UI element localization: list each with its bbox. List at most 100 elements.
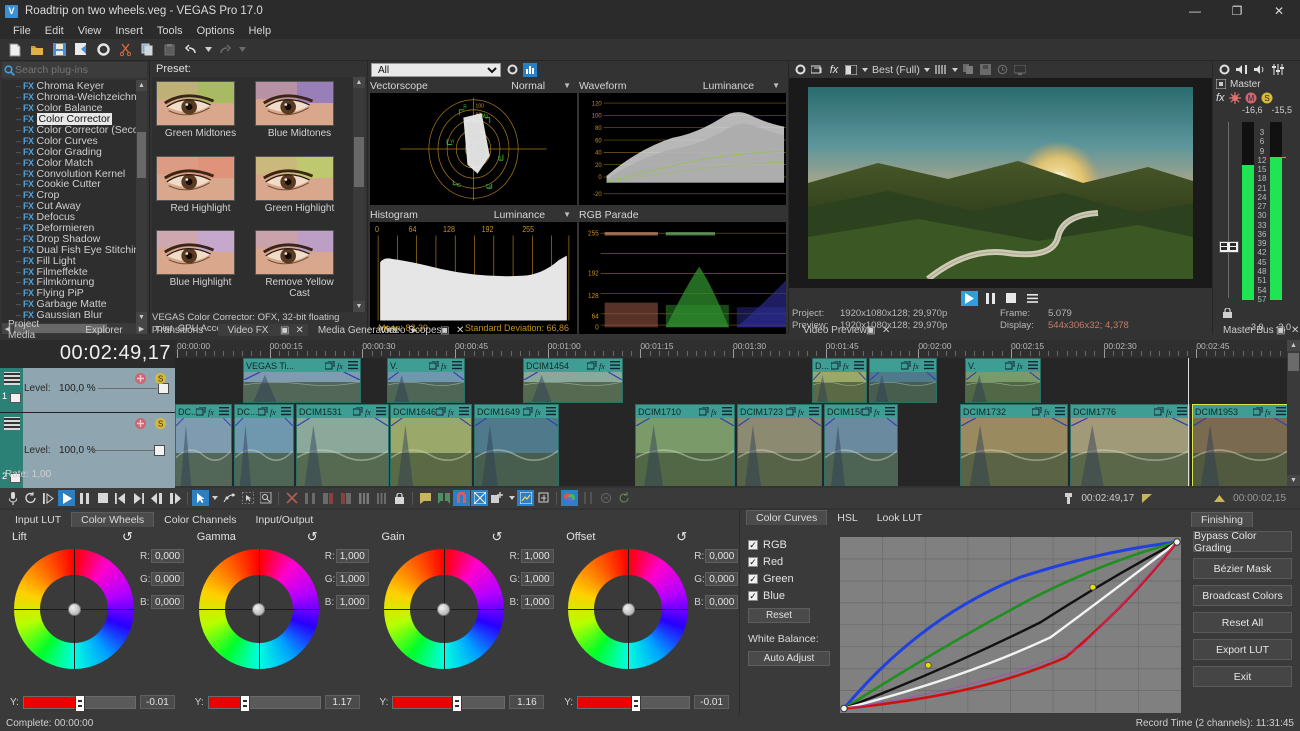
mute-circle-icon[interactable]: M [1245, 92, 1257, 104]
preset-thumbnail[interactable] [255, 156, 334, 201]
preset-scroll-down-icon[interactable]: ▼ [353, 301, 365, 312]
histogram-mode[interactable]: Luminance [494, 209, 545, 221]
normal-edit-tool[interactable] [192, 490, 209, 506]
wheel-y-slider[interactable] [23, 696, 136, 709]
plugin-list-item[interactable]: –FXDual Fish Eye Stitching [2, 244, 136, 255]
color-wheel-knob[interactable] [252, 603, 265, 616]
automation-icon[interactable] [1229, 92, 1241, 104]
fx-icon[interactable]: fx [1216, 92, 1225, 104]
insert-button[interactable] [489, 490, 506, 506]
timeline-clip[interactable]: fx [869, 358, 937, 403]
wheel-y-knob[interactable] [75, 695, 85, 712]
track-row-2[interactable]: DC...fxDC...fx DCIM1531fxDCIM1646fx DCIM16… [175, 404, 1287, 486]
track-level-slider-2[interactable] [90, 450, 157, 451]
menu-item-options[interactable]: Options [190, 24, 242, 38]
auto-adjust-button[interactable]: Auto Adjust [748, 651, 830, 666]
wheel-y-slider[interactable] [208, 696, 321, 709]
wheel-reset-icon[interactable]: ↺ [492, 529, 503, 545]
auto-ripple-button[interactable] [283, 490, 300, 506]
plugin-list-item[interactable]: –FXDeformieren [2, 223, 136, 234]
clip-header[interactable]: D...fx [813, 359, 866, 372]
track-level-slider-1[interactable] [98, 388, 157, 389]
open-project-icon[interactable] [27, 41, 47, 59]
master-fader-handle[interactable] [1219, 241, 1239, 253]
dock-tab-video-fx[interactable]: Video FX [218, 324, 278, 336]
timeline-clip[interactable]: DCIM1776fx [1070, 404, 1190, 486]
clip-header[interactable]: VEGAS Ti...fx [244, 359, 360, 372]
clip-icons[interactable]: fx [523, 407, 558, 417]
clip-header[interactable]: DC...fx [235, 405, 293, 418]
wheel-r-value[interactable]: 0,000 [151, 549, 184, 563]
preview-quality-label[interactable]: Best (Full) [872, 64, 920, 76]
checkbox-red[interactable]: ✓ [748, 557, 758, 567]
plugin-list-item[interactable]: –FXDrop Shadow [2, 233, 136, 244]
wheel-g-value[interactable]: 1,000 [336, 572, 369, 586]
split-screen-icon[interactable] [844, 63, 858, 77]
burn-button[interactable] [535, 490, 552, 506]
plugin-list-item[interactable]: –FXFill Light [2, 255, 136, 266]
gear-icon[interactable] [1217, 62, 1231, 76]
scroll-thumb[interactable] [137, 132, 146, 178]
marker-button[interactable] [417, 490, 434, 506]
stop-button[interactable] [1003, 291, 1020, 306]
tab-color-channels[interactable]: Color Channels [155, 512, 245, 527]
preset-item[interactable]: Green Midtones [156, 81, 245, 152]
wheel-b-value[interactable]: 1,000 [521, 595, 554, 609]
finishing-button[interactable]: Bézier Mask [1193, 558, 1292, 579]
wheel-reset-icon[interactable]: ↺ [676, 529, 687, 545]
wheel-r-value[interactable]: 1,000 [336, 549, 369, 563]
plugin-list[interactable]: –FXChroma Keyer–FXChroma-Weichzeichner–F… [2, 80, 147, 323]
new-project-icon[interactable] [5, 41, 25, 59]
master-bus-close-icon[interactable]: ✕ [1283, 324, 1300, 336]
color-wheel-knob[interactable] [68, 603, 81, 616]
clip-icons[interactable]: fx [1032, 407, 1067, 417]
dock-tab-close-icon[interactable]: ✕ [291, 324, 307, 336]
clip-icons[interactable]: fx [436, 407, 471, 417]
plugin-list-item[interactable]: –FXColor Match [2, 157, 136, 168]
finishing-button[interactable]: Reset All [1193, 612, 1292, 633]
finishing-button[interactable]: Export LUT [1193, 639, 1292, 660]
track-automation-icon-1[interactable] [134, 372, 147, 385]
pause-button[interactable] [982, 291, 999, 306]
preset-list[interactable]: Green MidtonesBlue MidtonesRed Highlight… [152, 77, 365, 312]
preview-menu-button[interactable] [1024, 291, 1041, 306]
preset-scroll-up-icon[interactable]: ▲ [353, 77, 365, 88]
checkbox-blue[interactable]: ✓ [748, 591, 758, 601]
track-header-1[interactable]: 1 Level: 100,0 % S [0, 368, 175, 413]
clip-header[interactable]: DCIM1646fx [391, 405, 471, 418]
timeline-scroll-down-icon[interactable]: ▼ [1287, 475, 1300, 486]
preset-item[interactable]: Remove Yellow Cast [255, 230, 344, 312]
wheel-reset-icon[interactable]: ↺ [307, 529, 318, 545]
track-solo-icon-1[interactable]: S [154, 372, 167, 385]
vectorscope-mode[interactable]: Normal [511, 80, 545, 92]
preset-scroll-thumb[interactable] [354, 137, 364, 187]
wheel-y-value[interactable]: -0.01 [140, 695, 175, 709]
copy-icon[interactable] [137, 41, 157, 59]
wheel-y-knob[interactable] [452, 695, 462, 712]
clip-icons[interactable]: fx [325, 361, 360, 371]
clip-header[interactable]: DCIM1649fx [475, 405, 558, 418]
clip-header[interactable]: V.fx [388, 359, 464, 372]
search-input[interactable] [15, 64, 150, 76]
timeline-clip[interactable]: DC...fx [175, 404, 232, 486]
wheel-y-knob[interactable] [240, 695, 250, 712]
color-wheel[interactable] [14, 549, 134, 669]
channel-blue[interactable]: ✓ Blue [748, 590, 840, 602]
preferences-icon[interactable] [93, 41, 113, 59]
tab-input-output[interactable]: Input/Output [247, 512, 323, 527]
master-fader-track[interactable] [1228, 122, 1229, 298]
timeline-clip[interactable]: DC...fx [234, 404, 294, 486]
channel-red[interactable]: ✓ Red [748, 556, 840, 568]
clip-icons[interactable]: fx [587, 361, 622, 371]
plugin-list-item[interactable]: –FXConvolution Kernel [2, 168, 136, 179]
preset-thumbnail[interactable] [255, 81, 334, 126]
wheel-b-value[interactable]: 0,000 [705, 595, 738, 609]
wheel-r-value[interactable]: 1,000 [521, 549, 554, 563]
clip-header[interactable]: DCIM1531fx [297, 405, 388, 418]
timeline-scroll-thumb[interactable] [1288, 353, 1299, 371]
chevron-down-icon[interactable]: ▼ [563, 210, 571, 219]
scopes-update-icon[interactable] [523, 63, 537, 77]
clip-icons[interactable]: fx [1005, 361, 1040, 371]
menu-item-insert[interactable]: Insert [108, 24, 150, 38]
loop-playback-button[interactable] [22, 490, 39, 506]
